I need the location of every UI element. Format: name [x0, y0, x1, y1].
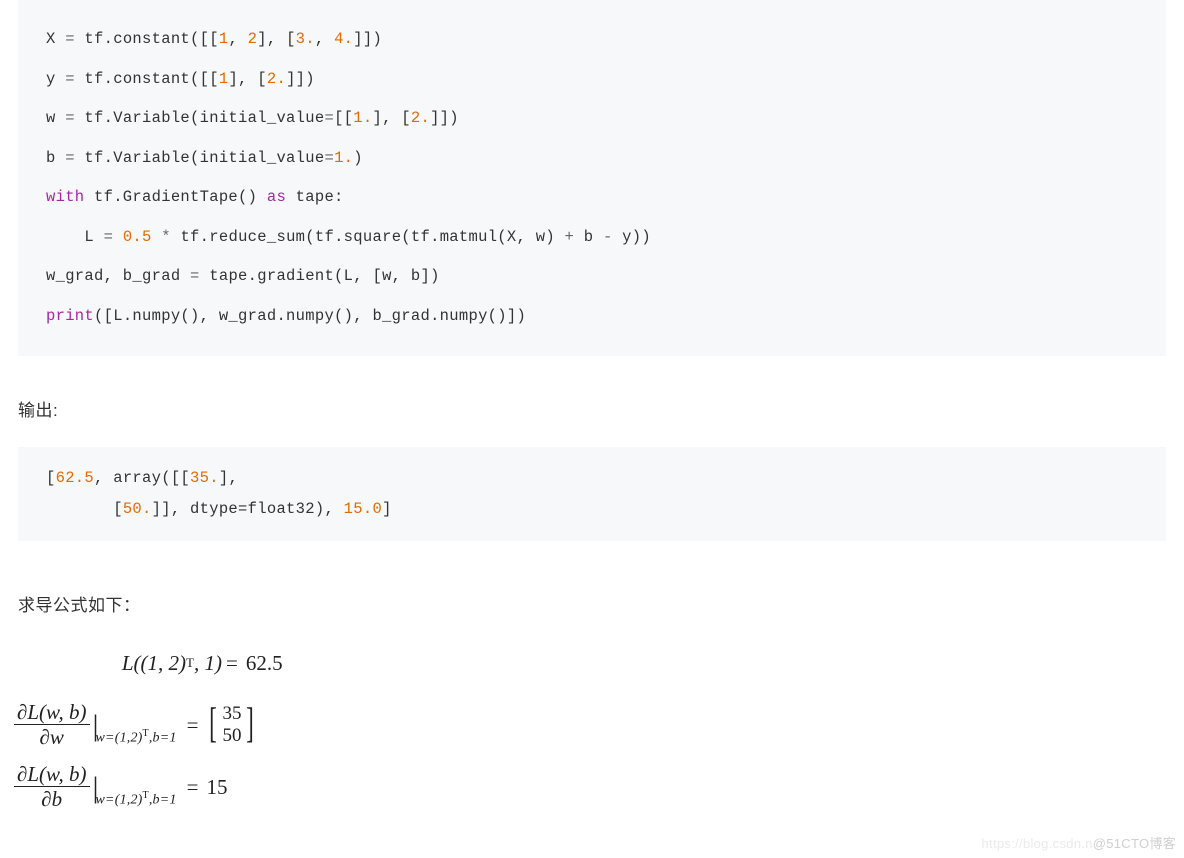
output-label: 输出: — [18, 396, 1166, 421]
code-block-source: X = tf.constant([[1, 2], [3., 4.]]) y = … — [18, 0, 1166, 356]
code-block-output: [62.5, array([[35.], [50.]], dtype=float… — [18, 447, 1166, 541]
math-row-db: ∂L(w, b) ∂b | w=(1,2)T,b=1 = 15 — [12, 758, 1172, 816]
watermark: https://blog.csdn.n@51CTO博客 — [982, 833, 1176, 852]
derivative-label: 求导公式如下： — [18, 591, 1166, 616]
math-equations: L((1, 2)T, 1) = 62.5 ∂L(w, b) ∂w | w=(1,… — [12, 634, 1172, 816]
math-row-loss: L((1, 2)T, 1) = 62.5 — [12, 634, 1172, 692]
math-row-dw: ∂L(w, b) ∂w | w=(1,2)T,b=1 = [ 35 50 ] — [12, 696, 1172, 754]
